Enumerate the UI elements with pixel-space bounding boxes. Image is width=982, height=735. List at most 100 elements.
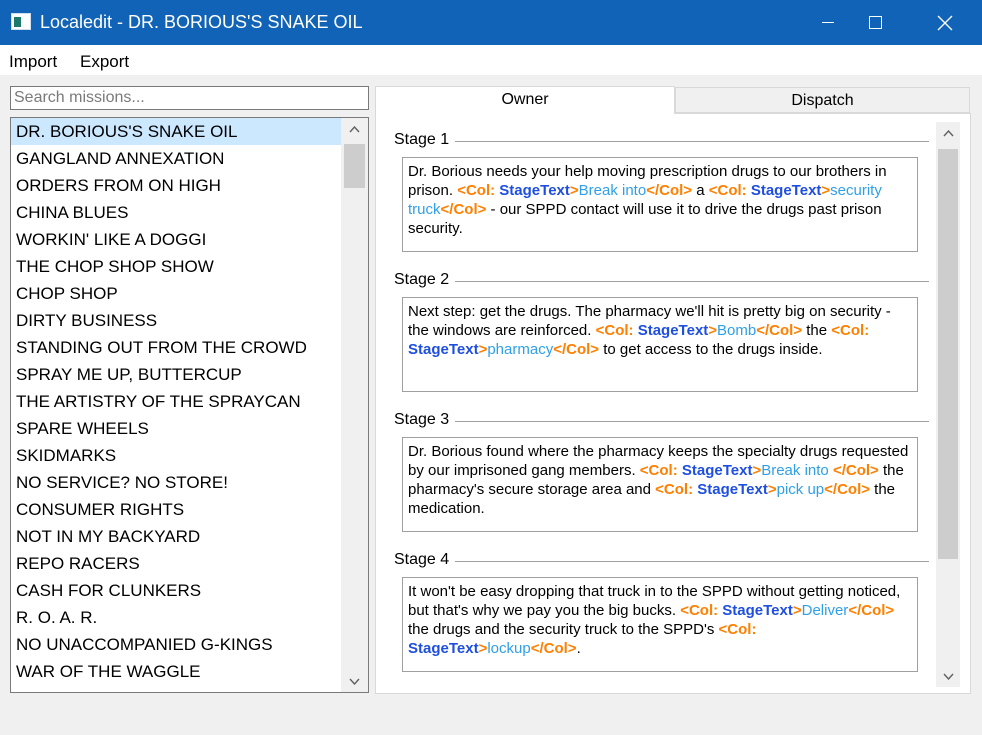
stage-text-segment: StageText [722, 602, 793, 619]
menu-bar: Import Export [0, 45, 982, 75]
tab-dispatch[interactable]: Dispatch [675, 87, 970, 113]
stage-text-segment: <Col: [680, 602, 723, 619]
stage-label: Stage 4 [394, 551, 456, 569]
stage-text-segment: </Col> [440, 201, 487, 218]
stage-text-segment: <Col: [831, 322, 870, 339]
mission-list-item[interactable]: SKIDMARKS [11, 442, 341, 469]
stage-text-field[interactable]: It won't be easy dropping that truck in … [402, 577, 918, 672]
maximize-button[interactable] [852, 0, 898, 45]
owner-tab-panel: Stage 1 Dr. Borious needs your help movin… [375, 113, 971, 694]
stage-text-segment: StageText [408, 341, 479, 358]
mission-items: DR. BORIOUS'S SNAKE OIL GANGLAND ANNEXATI… [11, 118, 341, 685]
stage-divider [394, 141, 929, 142]
mission-list-item[interactable]: NOT IN MY BACKYARD [11, 523, 341, 550]
window-title: Localedit - DR. BORIOUS'S SNAKE OIL [40, 12, 363, 32]
stage-text-segment: <Col: [595, 322, 638, 339]
stage-text-segment: pick up [776, 481, 825, 498]
mission-list-item[interactable]: WAR OF THE WAGGLE [11, 658, 341, 685]
stage-group: Stage 4 It won't be easy dropping that tr… [394, 551, 929, 672]
stage-text-segment: > [569, 182, 579, 199]
stage-text-segment: > [708, 322, 718, 339]
stage-text-segment: > [792, 602, 802, 619]
stage-text-segment: </Col> [832, 462, 879, 479]
mission-list-item[interactable]: DR. BORIOUS'S SNAKE OIL [11, 118, 341, 145]
stage-text-segment: <Col: [457, 182, 500, 199]
stage-group: Stage 2 Next step: get the drugs. The pha… [394, 271, 929, 392]
mission-list-item[interactable]: CHOP SHOP [11, 280, 341, 307]
stage-text-segment: StageText [697, 481, 768, 498]
scroll-down-arrow-icon[interactable] [341, 670, 368, 692]
scroll-up-arrow-icon[interactable] [341, 118, 368, 140]
scroll-down-arrow-icon[interactable] [936, 665, 960, 687]
stage-text-field[interactable]: Next step: get the drugs. The pharmacy w… [402, 297, 918, 392]
stage-label: Stage 3 [394, 411, 456, 429]
minimize-icon [822, 22, 834, 23]
scroll-up-arrow-icon[interactable] [936, 122, 960, 144]
title-bar: Localedit - DR. BORIOUS'S SNAKE OIL [0, 0, 982, 45]
stage-header: Stage 2 [394, 271, 929, 291]
stage-text-field[interactable]: Dr. Borious needs your help moving presc… [402, 157, 918, 252]
mission-list-item[interactable]: SPARE WHEELS [11, 415, 341, 442]
stage-text-segment: StageText [637, 322, 709, 339]
mission-list-item[interactable]: STANDING OUT FROM THE CROWD [11, 334, 341, 361]
stage-divider [394, 561, 929, 562]
mission-list-item[interactable]: THE ARTISTRY OF THE SPRAYCAN [11, 388, 341, 415]
mission-list-item[interactable]: GANGLAND ANNEXATION [11, 145, 341, 172]
mission-list-item[interactable]: NO UNACCOMPANIED G-KINGS [11, 631, 341, 658]
stage-text-segment: </Col> [824, 481, 870, 498]
mission-list-scroll-thumb[interactable] [344, 144, 365, 188]
mission-list-item[interactable]: R. O. A. R. [11, 604, 341, 631]
mission-list-item[interactable]: WORKIN' LIKE A DOGGI [11, 226, 341, 253]
mission-list-item[interactable]: SPRAY ME UP, BUTTERCUP [11, 361, 341, 388]
stage-text-segment: </Col> [530, 640, 577, 657]
mission-list-item[interactable]: THE CHOP SHOP SHOW [11, 253, 341, 280]
mission-list-scrollbar[interactable] [341, 118, 368, 692]
menu-export[interactable]: Export [80, 52, 129, 72]
mission-list-item[interactable]: CHINA BLUES [11, 199, 341, 226]
stage-text-segment: Bomb [717, 322, 757, 339]
stages-container: Stage 1 Dr. Borious needs your help movin… [376, 114, 940, 693]
stage-header: Stage 4 [394, 551, 929, 571]
mission-list-item[interactable]: REPO RACERS [11, 550, 341, 577]
stage-header: Stage 1 [394, 131, 929, 151]
mission-list-item[interactable]: DIRTY BUSINESS [11, 307, 341, 334]
minimize-button[interactable] [805, 0, 851, 45]
stages-scroll-thumb[interactable] [938, 149, 958, 559]
stage-text-segment: a [692, 182, 709, 199]
stage-text-segment: Break into [761, 462, 833, 479]
stage-header: Stage 3 [394, 411, 929, 431]
stage-text-field[interactable]: Dr. Borious found where the pharmacy kee… [402, 437, 918, 532]
stages-scrollbar[interactable] [936, 122, 960, 687]
stage-text-segment: <Col: [655, 481, 698, 498]
search-missions-input[interactable] [10, 86, 369, 110]
stage-text-segment: </Col> [553, 341, 600, 358]
mission-list-item[interactable]: ORDERS FROM ON HIGH [11, 172, 341, 199]
mission-list-item[interactable]: CASH FOR CLUNKERS [11, 577, 341, 604]
menu-import[interactable]: Import [9, 52, 57, 72]
stage-text-segment: > [821, 182, 831, 199]
stage-text-segment: <Col: [708, 182, 751, 199]
stage-text-segment: <Col: [639, 462, 682, 479]
mission-list-item[interactable]: NO SERVICE? NO STORE! [11, 469, 341, 496]
stage-label: Stage 1 [394, 131, 456, 149]
close-button[interactable] [922, 0, 968, 45]
stage-divider [394, 281, 929, 282]
stage-label: Stage 2 [394, 271, 456, 289]
mission-list[interactable]: DR. BORIOUS'S SNAKE OIL GANGLAND ANNEXATI… [10, 117, 369, 693]
stage-group: Stage 1 Dr. Borious needs your help movin… [394, 131, 929, 252]
stage-text-segment: Deliver [801, 602, 849, 619]
stage-group: Stage 3 Dr. Borious found where the pharm… [394, 411, 929, 532]
stage-text-segment: </Col> [848, 602, 895, 619]
stage-text-segment: to get access to the drugs inside. [599, 341, 823, 358]
stage-divider [394, 421, 929, 422]
stage-text-segment: <Col: [718, 621, 757, 638]
stage-text-segment: > [767, 481, 777, 498]
tab-owner[interactable]: Owner [375, 86, 675, 114]
mission-list-item[interactable]: CONSUMER RIGHTS [11, 496, 341, 523]
stage-text-segment: StageText [499, 182, 570, 199]
stage-text-segment: > [752, 462, 762, 479]
maximize-icon [868, 16, 882, 29]
stage-text-segment: StageText [681, 462, 753, 479]
app-icon [11, 13, 31, 30]
stage-text-segment: Break into [578, 182, 647, 199]
